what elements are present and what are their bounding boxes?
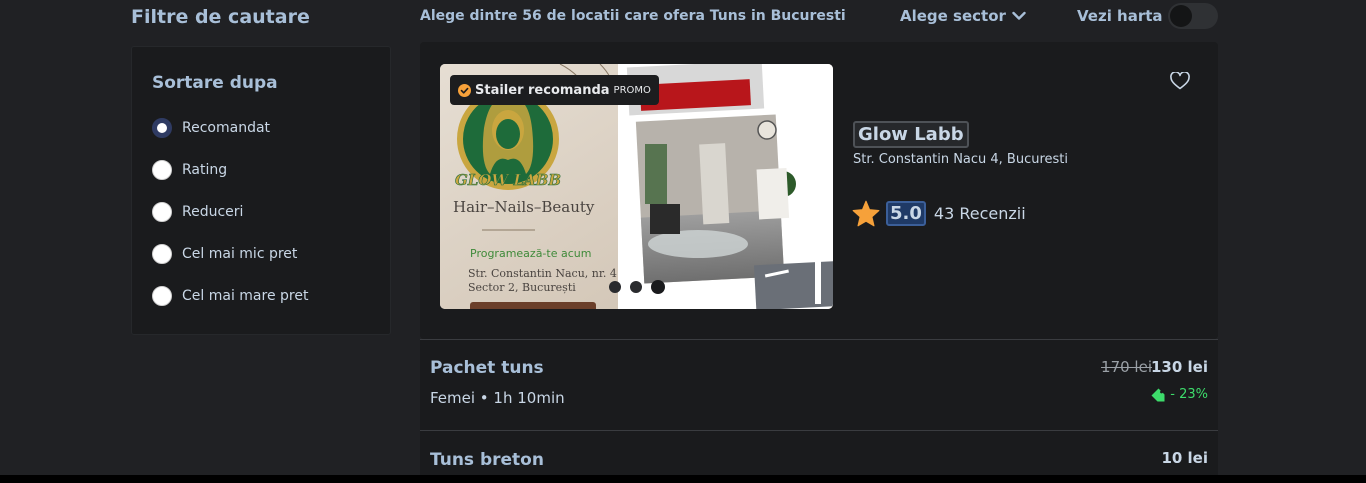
check-badge-icon xyxy=(458,83,471,97)
promo-label: Stailer recomanda xyxy=(475,82,610,98)
filters-title: Filtre de cautare xyxy=(131,6,310,28)
price: 130 lei xyxy=(1151,358,1208,376)
carousel-dot[interactable] xyxy=(630,281,642,293)
service-row[interactable]: Tuns breton 10 lei xyxy=(420,431,1218,475)
rating-score: 5.0 xyxy=(886,201,926,226)
sector-dropdown-label: Alege sector xyxy=(900,7,1006,25)
sort-panel: Sortare dupa Recomandat Rating Reduceri … xyxy=(131,46,391,335)
salon-address: Str. Constantin Nacu 4, Bucuresti xyxy=(853,152,1069,167)
discount-badge: - 23% xyxy=(1151,387,1208,402)
old-price: 170 lei xyxy=(1101,358,1152,376)
price: 10 lei xyxy=(1161,449,1208,467)
results-heading: Alege dintre 56 de locatii care ofera Tu… xyxy=(420,8,846,24)
service-meta: Femei • 1h 10min xyxy=(430,389,565,407)
sort-option-label: Rating xyxy=(182,162,228,178)
radio-button[interactable] xyxy=(152,244,172,264)
svg-text:Str. Constantin Nacu, nr. 4: Str. Constantin Nacu, nr. 4 xyxy=(468,267,617,280)
map-toggle[interactable] xyxy=(1168,3,1218,29)
promo-tag: PROMO xyxy=(613,84,651,96)
radio-button[interactable] xyxy=(152,202,172,222)
discount-value: - 23% xyxy=(1170,387,1208,402)
sort-option-recommended[interactable]: Recomandat xyxy=(152,118,270,138)
review-count[interactable]: 43 Recenzii xyxy=(934,204,1026,223)
svg-text:Programează-te acum: Programează-te acum xyxy=(470,247,591,260)
svg-text:Hair–Nails–Beauty: Hair–Nails–Beauty xyxy=(453,198,595,216)
tag-icon xyxy=(1151,388,1165,401)
carousel-dot[interactable] xyxy=(609,281,621,293)
favorite-button[interactable] xyxy=(1170,71,1190,94)
sort-option-highest-price[interactable]: Cel mai mare pret xyxy=(152,286,308,306)
heart-icon xyxy=(1170,71,1190,90)
promo-badge: Stailer recomanda PROMO xyxy=(450,75,659,105)
carousel-dot-active[interactable] xyxy=(651,280,665,294)
sector-dropdown[interactable]: Alege sector xyxy=(900,7,1026,25)
salon-name[interactable]: Glow Labb xyxy=(853,121,969,148)
sort-option-label: Recomandat xyxy=(182,120,271,136)
sort-title: Sortare dupa xyxy=(152,73,278,93)
bottom-bar xyxy=(0,475,1366,483)
svg-text:Sector 2, București: Sector 2, București xyxy=(468,281,576,294)
sort-option-label: Cel mai mare pret xyxy=(182,288,309,304)
sort-option-discounts[interactable]: Reduceri xyxy=(152,202,243,222)
sort-option-label: Reduceri xyxy=(182,204,244,220)
rating[interactable]: 5.0 43 Recenzii xyxy=(852,200,1026,227)
svg-text:GLOW LABB: GLOW LABB xyxy=(455,171,561,189)
radio-button[interactable] xyxy=(152,118,172,138)
chevron-down-icon xyxy=(1012,11,1026,20)
service-name: Tuns breton xyxy=(430,450,544,470)
sort-option-label: Cel mai mic pret xyxy=(182,246,298,262)
star-icon xyxy=(852,200,880,227)
carousel-dots xyxy=(609,280,674,294)
service-row[interactable]: Pachet tuns Femei • 1h 10min 170 lei 130… xyxy=(420,340,1218,430)
radio-button[interactable] xyxy=(152,286,172,306)
salon-card[interactable]: GLOW LABB Hair–Nails–Beauty Programează-… xyxy=(420,42,1218,339)
map-toggle-label: Vezi harta xyxy=(1077,7,1163,25)
sort-option-rating[interactable]: Rating xyxy=(152,160,227,180)
service-name: Pachet tuns xyxy=(430,358,544,378)
toggle-knob xyxy=(1170,5,1192,27)
radio-button[interactable] xyxy=(152,160,172,180)
sort-option-lowest-price[interactable]: Cel mai mic pret xyxy=(152,244,297,264)
